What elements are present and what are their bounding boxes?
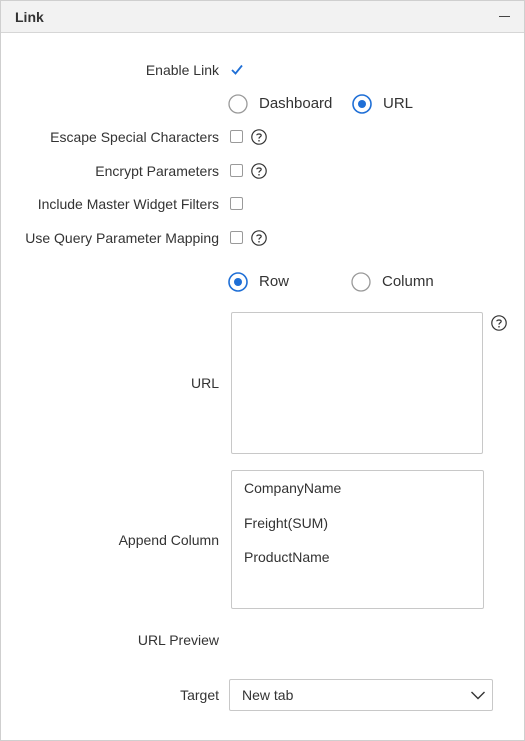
url-textarea[interactable]: [231, 312, 483, 454]
escape-special-characters-label: Escape Special Characters: [50, 129, 219, 145]
list-item[interactable]: CompanyName: [244, 480, 341, 496]
help-icon[interactable]: [251, 230, 267, 246]
minus-icon[interactable]: [498, 9, 512, 23]
dashboard-radio[interactable]: [228, 94, 248, 114]
use-query-parameter-mapping-checkbox[interactable]: [230, 231, 243, 244]
list-item[interactable]: Freight(SUM): [244, 515, 328, 531]
row-radio-label[interactable]: Row: [259, 273, 289, 290]
list-item[interactable]: ProductName: [244, 549, 330, 565]
target-select-value: New tab: [242, 687, 294, 703]
url-label: URL: [190, 375, 219, 391]
include-master-widget-filters-label: Include Master Widget Filters: [37, 196, 219, 212]
url-preview-label: URL Preview: [137, 632, 219, 648]
use-query-parameter-mapping-label: Use Query Parameter Mapping: [25, 230, 219, 246]
column-radio[interactable]: [351, 272, 371, 292]
dashboard-radio-label[interactable]: Dashboard: [259, 95, 332, 112]
row-radio[interactable]: [228, 272, 248, 292]
include-master-widget-filters-checkbox[interactable]: [230, 197, 243, 210]
escape-special-characters-checkbox[interactable]: [230, 130, 243, 143]
append-column-label: Append Column: [118, 532, 219, 548]
encrypt-parameters-label: Encrypt Parameters: [95, 163, 219, 179]
enable-link-label: Enable Link: [145, 62, 219, 78]
enable-link-checkbox[interactable]: [230, 63, 243, 76]
help-icon[interactable]: [251, 129, 267, 145]
help-icon[interactable]: [491, 315, 507, 331]
encrypt-parameters-checkbox[interactable]: [230, 164, 243, 177]
append-column-list[interactable]: CompanyName Freight(SUM) ProductName: [231, 470, 484, 609]
help-icon[interactable]: [251, 163, 267, 179]
column-radio-label[interactable]: Column: [382, 273, 434, 290]
panel-header[interactable]: Link: [1, 1, 524, 33]
url-radio[interactable]: [352, 94, 372, 114]
target-label: Target: [180, 687, 219, 703]
checkmark-icon: [231, 64, 243, 75]
panel-title: Link: [15, 9, 44, 25]
url-radio-label[interactable]: URL: [383, 95, 413, 112]
target-select[interactable]: New tab: [229, 679, 493, 711]
chevron-down-icon: [471, 691, 485, 700]
